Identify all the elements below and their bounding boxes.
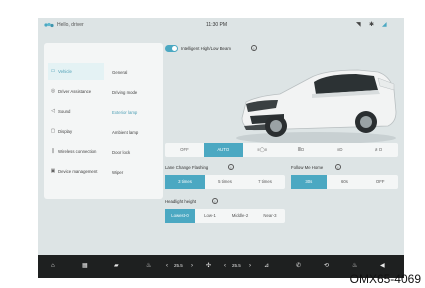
headlight-height-option[interactable]: Near-3 [255,209,285,223]
fog-lamp-icon[interactable]: ≢D [359,143,398,157]
headlight-height-title: Headlight height [165,199,197,204]
temp-left-up-icon[interactable]: › [191,261,193,271]
apps-icon[interactable]: ▦ [82,261,88,271]
parking-lamp-icon[interactable]: ≡◯≡ [243,143,282,157]
infotainment-screen: Hello, driver 11:30 PM ◥ ✱ ◢ ▭ Vehicle ◎ D… [38,18,404,278]
recirculation-icon[interactable]: ⟲ [324,261,329,271]
speaker-icon: ◁ [51,108,55,114]
follow-me-home-title: Follow Me Home [291,165,324,170]
info-icon[interactable]: i [251,45,257,51]
lane-change-option[interactable]: 7 times [245,175,285,189]
figure: Hello, driver 11:30 PM ◥ ✱ ◢ ▭ Vehicle ◎ D… [0,0,425,288]
category-label: Sound [58,109,71,114]
follow-me-home-option[interactable]: OFF [362,175,398,189]
follow-me-home-option[interactable]: 60s [327,175,363,189]
subitem-door-lock[interactable]: Door lock [112,145,160,159]
user-name: Hello, driver [57,22,84,28]
category-label: Display [58,129,73,134]
category-display[interactable]: ▢ Display [48,123,104,140]
category-label: Driver Assistance [58,89,92,94]
temperature-left: 25.5 [174,263,183,268]
low-beam-icon[interactable]: ≣D [281,143,320,157]
category-device-management[interactable]: ▣ Device management [48,163,104,180]
subitem-driving-mode[interactable]: Driving mode [112,85,160,99]
status-bar: Hello, driver 11:30 PM ◥ ✱ ◢ [38,18,404,34]
lane-change-option[interactable]: 3 times [165,175,205,189]
subitem-ambient-lamp[interactable]: Ambient lamp [112,125,160,139]
temp-left-down-icon[interactable]: ‹ [166,261,168,271]
follow-me-home-option[interactable]: 30s [291,175,327,189]
subitem-label: Door lock [112,149,131,155]
info-icon[interactable]: i [228,164,234,170]
home-icon[interactable]: ⌂ [51,261,55,271]
category-label: Wireless connection [58,149,97,154]
seat-heat-icon[interactable]: ♨ [146,261,151,271]
device-icon: ▣ [50,168,56,174]
subitem-wiper[interactable]: Wiper [112,165,160,179]
seat-heat-right-icon[interactable]: ♨ [352,261,357,271]
headlight-height-selector: Lowest-0 Low-1 Middle-2 Near-3 [165,209,285,223]
subitem-label: Exterior lamp [112,109,138,115]
subitem-label: Driving mode [112,89,138,95]
lane-change-title: Lane Change Flashing [165,165,209,170]
category-vehicle[interactable]: ▭ Vehicle [48,63,104,80]
lane-change-selector: 3 times 5 times 7 times [165,175,285,189]
wifi-icon: ◥ [356,22,361,28]
steering-icon: ◎ [50,88,56,94]
subitem-exterior-lamp[interactable]: Exterior lamp [112,105,160,119]
headlight-height-option[interactable]: Middle-2 [225,209,255,223]
display-icon: ▢ [50,128,56,134]
mode-auto-button[interactable]: AUTO [203,143,243,157]
temperature-right: 25.5 [232,263,241,268]
vehicle-illustration [236,69,397,144]
settings-nav-panel: ▭ Vehicle ◎ Driver Assistance ◁ Sound ▢ Disp… [44,43,163,199]
info-icon[interactable]: i [212,198,218,204]
category-wireless-connection[interactable]: ∥ Wireless connection [48,143,104,160]
subitem-label: Ambient lamp [112,129,139,135]
mode-off-button[interactable]: OFF [165,143,204,157]
temp-right-up-icon[interactable]: › [249,261,251,271]
category-driver-assistance[interactable]: ◎ Driver Assistance [48,83,104,100]
lamp-mode-selector: OFF AUTO ≡◯≡ ≣D ≡D ≢D [165,143,398,157]
bluetooth-icon: ✱ [369,22,375,28]
subitem-label: General [112,69,128,75]
high-beam-icon[interactable]: ≡D [320,143,359,157]
subitem-label: Wiper [112,169,124,175]
intelligent-beam-label: Intelligent High/Low Beam [181,46,231,51]
category-label: Device management [58,169,98,174]
signal-icon: ◢ [382,22,387,28]
phone-icon[interactable]: ✆ [296,261,301,271]
headlight-height-option[interactable]: Low-1 [195,209,225,223]
car-icon: ▭ [50,68,56,74]
seat-icon[interactable]: ⊿ [264,261,269,271]
fan-icon[interactable]: ✣ [206,261,211,271]
category-label: Vehicle [58,69,72,74]
headlight-height-option[interactable]: Lowest-0 [165,209,195,223]
follow-me-home-selector: 30s 60s OFF [291,175,398,189]
info-icon[interactable]: i [335,164,341,170]
volume-icon[interactable]: ◀ [380,261,385,271]
wireless-icon: ∥ [51,148,55,154]
temp-right-down-icon[interactable]: ‹ [224,261,226,271]
clock: 11:30 PM [206,22,228,28]
brand-logo-icon [44,22,54,28]
intelligent-beam-toggle[interactable] [165,45,178,52]
lane-change-option[interactable]: 5 times [205,175,245,189]
subitem-general[interactable]: General [112,65,160,79]
figure-caption: OMX65-4069 [349,272,421,286]
car-icon[interactable]: ▰ [114,261,119,271]
category-sound[interactable]: ◁ Sound [48,103,104,120]
